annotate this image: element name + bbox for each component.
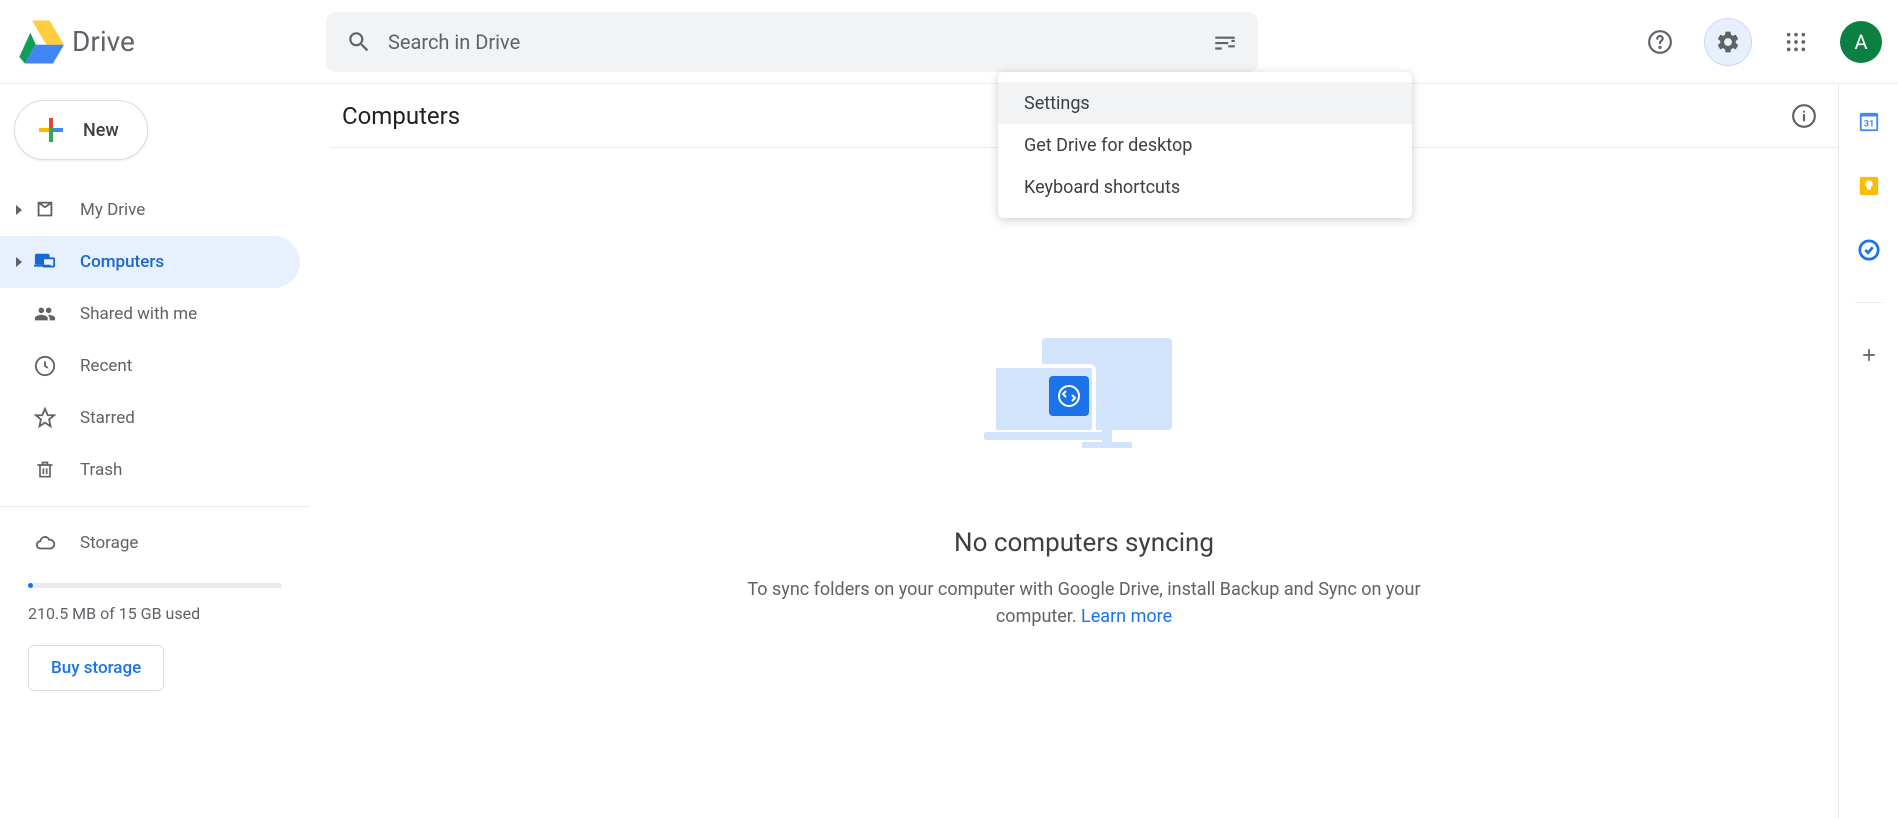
settings-button[interactable] [1704, 18, 1752, 66]
computers-icon [33, 251, 57, 273]
keep-app[interactable] [1857, 174, 1881, 198]
tasks-icon [1858, 239, 1880, 261]
menu-item-settings[interactable]: Settings [998, 82, 1412, 124]
storage-bar-fill [28, 583, 33, 588]
buy-storage-button[interactable]: Buy storage [28, 645, 164, 691]
new-button-label: New [83, 120, 119, 141]
drive-logo-icon [16, 20, 64, 64]
storage-bar [28, 583, 282, 588]
nav-trash[interactable]: Trash [0, 444, 300, 496]
search-bar[interactable] [326, 12, 1258, 72]
nav-label: Storage [80, 533, 138, 553]
nav: My Drive Computers Shared with me Recent… [0, 184, 310, 569]
apps-grid-icon [1785, 31, 1807, 53]
keep-icon [1858, 175, 1880, 197]
learn-more-link[interactable]: Learn more [1081, 606, 1172, 627]
settings-menu: Settings Get Drive for desktop Keyboard … [998, 72, 1412, 218]
star-icon [34, 407, 56, 429]
info-icon [1791, 103, 1817, 129]
side-panel: 31 [1838, 84, 1898, 818]
header: Drive A [0, 0, 1898, 84]
sidebar: New My Drive Computers Shared with me Re… [0, 84, 310, 818]
nav-starred[interactable]: Starred [0, 392, 300, 444]
empty-illustration [984, 338, 1184, 458]
clock-icon [34, 355, 56, 377]
nav-label: My Drive [80, 200, 145, 220]
plus-icon [33, 112, 69, 148]
shared-icon [33, 303, 57, 325]
nav-label: Shared with me [80, 304, 197, 324]
app-name: Drive [72, 25, 135, 58]
nav-divider [0, 506, 310, 507]
gear-icon [1715, 29, 1741, 55]
tasks-app[interactable] [1857, 238, 1881, 262]
my-drive-icon [34, 199, 56, 221]
header-actions: A [1636, 18, 1882, 66]
calendar-app[interactable]: 31 [1857, 110, 1881, 134]
nav-computers[interactable]: Computers [0, 236, 300, 288]
nav-shared[interactable]: Shared with me [0, 288, 300, 340]
nav-label: Recent [80, 356, 132, 376]
nav-storage[interactable]: Storage [0, 517, 300, 569]
add-addon-button[interactable] [1857, 343, 1881, 367]
svg-text:31: 31 [1863, 120, 1874, 130]
apps-button[interactable] [1772, 18, 1820, 66]
side-panel-divider [1855, 302, 1883, 303]
search-icon [346, 29, 372, 55]
nav-my-drive[interactable]: My Drive [0, 184, 300, 236]
view-details-button[interactable] [1782, 94, 1826, 138]
search-options-icon[interactable] [1212, 29, 1238, 55]
search-input[interactable] [388, 30, 1212, 54]
nav-label: Starred [80, 408, 135, 428]
help-icon [1647, 29, 1673, 55]
storage-usage-text: 210.5 MB of 15 GB used [28, 604, 282, 623]
plus-icon [1859, 345, 1879, 365]
menu-item-shortcuts[interactable]: Keyboard shortcuts [998, 166, 1412, 208]
storage-section: 210.5 MB of 15 GB used Buy storage [0, 583, 310, 691]
support-button[interactable] [1636, 18, 1684, 66]
calendar-icon: 31 [1858, 111, 1880, 133]
nav-label: Computers [80, 252, 164, 272]
new-button[interactable]: New [14, 100, 148, 160]
nav-recent[interactable]: Recent [0, 340, 300, 392]
trash-icon [35, 459, 55, 481]
menu-item-drive-desktop[interactable]: Get Drive for desktop [998, 124, 1412, 166]
cloud-icon [33, 532, 57, 554]
empty-heading: No computers syncing [954, 528, 1214, 558]
account-avatar[interactable]: A [1840, 21, 1882, 63]
empty-description: To sync folders on your computer with Go… [724, 576, 1444, 630]
drive-logo[interactable]: Drive [16, 20, 326, 64]
nav-label: Trash [80, 460, 122, 480]
empty-state: No computers syncing To sync folders on … [330, 338, 1838, 630]
